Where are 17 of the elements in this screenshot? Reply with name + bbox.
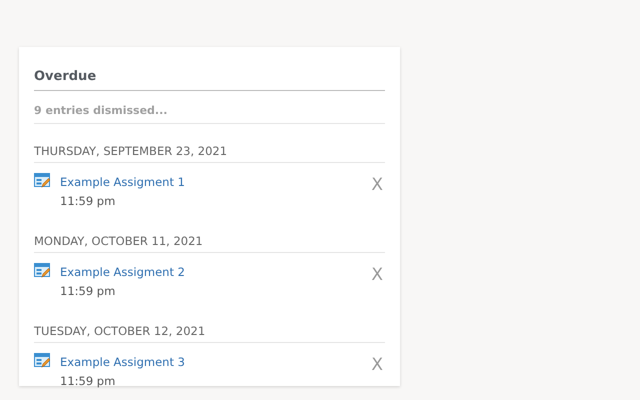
dismissed-entries-link[interactable]: 9 entries dismissed... [34, 104, 168, 117]
due-time: 11:59 pm [60, 374, 116, 388]
assignment-icon [34, 263, 50, 279]
date-heading: TUESDAY, OCTOBER 12, 2021 [34, 324, 206, 338]
date-heading: THURSDAY, SEPTEMBER 23, 2021 [34, 144, 228, 158]
dismiss-button[interactable]: X [371, 176, 383, 194]
assignment-link[interactable]: Example Assigment 3 [60, 355, 185, 369]
assignment-link[interactable]: Example Assigment 1 [60, 175, 185, 189]
assignment-link[interactable]: Example Assigment 2 [60, 265, 185, 279]
panel-title: Overdue [34, 69, 96, 84]
due-time: 11:59 pm [60, 194, 116, 208]
due-time: 11:59 pm [60, 284, 116, 298]
assignment-icon [34, 173, 50, 189]
date-heading: MONDAY, OCTOBER 11, 2021 [34, 234, 203, 248]
dismiss-button[interactable]: X [371, 266, 383, 284]
assignment-icon [34, 353, 50, 369]
dismiss-button[interactable]: X [371, 356, 383, 374]
